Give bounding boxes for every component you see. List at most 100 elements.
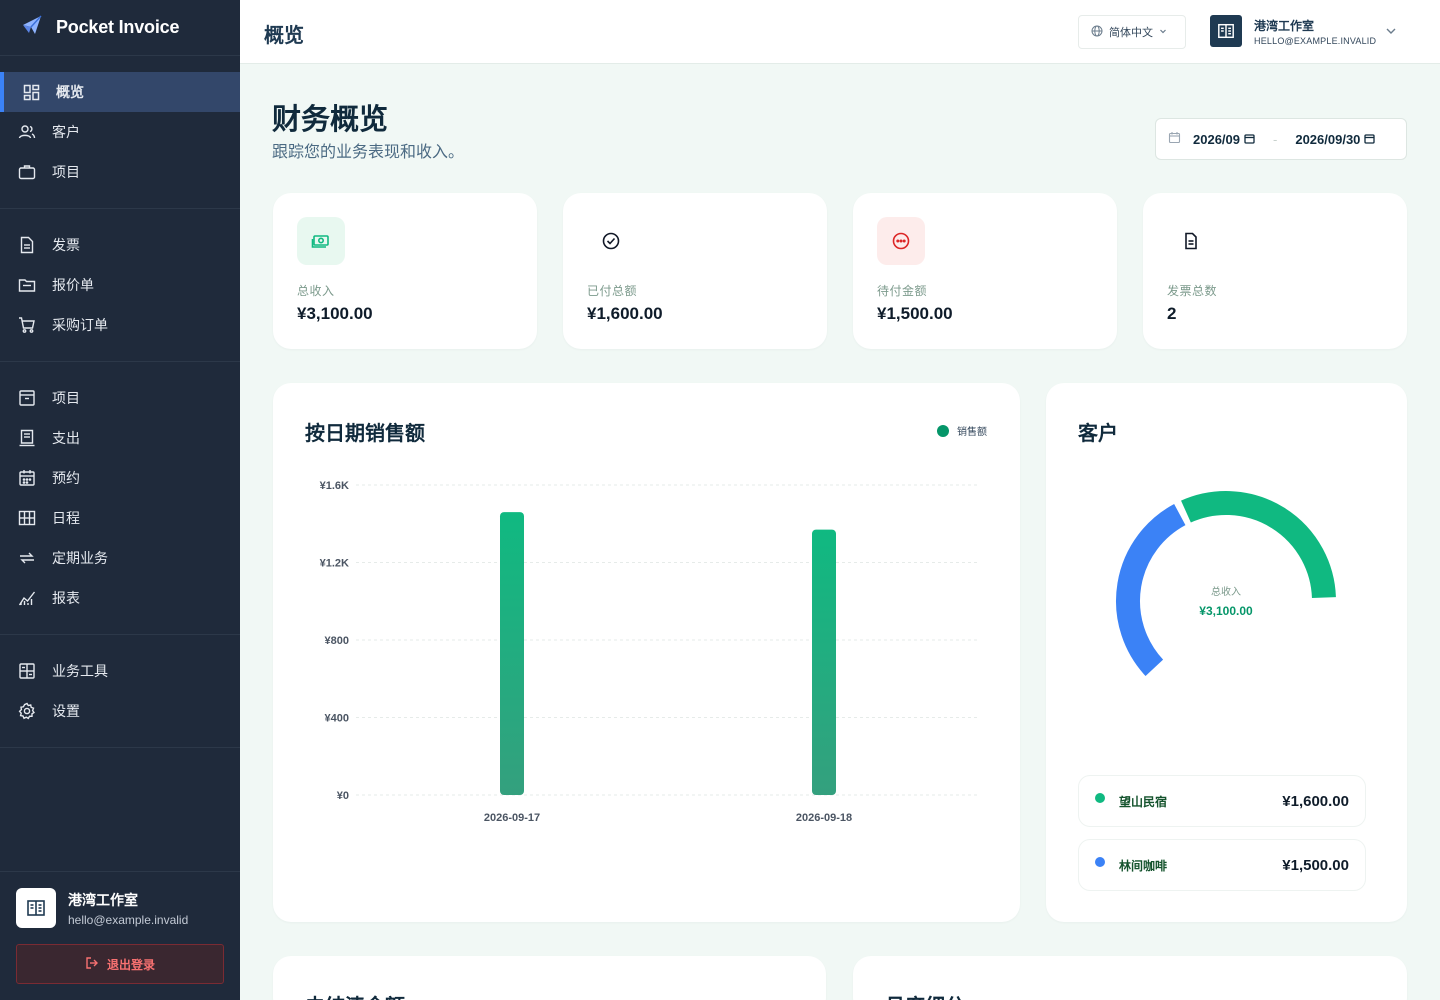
stat-card: 总收入 ¥3,100.00 [273,193,537,349]
sidebar-item-label: 支出 [52,430,80,446]
sales-chart-card: 按日期销售额 销售额 ¥0 ¥400 ¥800 ¥1.2K ¥1.6K 2026-09-1… [273,383,1020,922]
outstanding-card: 未结清金额 [273,956,826,1000]
page-title: 概览 [264,25,304,47]
user-email: hello@example.invalid [68,912,189,927]
account-name: 港湾工作室 [1254,18,1315,33]
building-icon [16,888,56,928]
monthly-breakdown-title: 月度细分 [885,990,965,1000]
paper-plane-icon [20,13,44,42]
chevron-down-icon [1159,26,1167,38]
calendar-icon [18,469,36,487]
chart-icon [18,589,36,607]
customer-row[interactable]: 林间咖啡 ¥1,500.00 [1078,839,1366,891]
stat-card: 已付总额 ¥1,600.00 [563,193,827,349]
calendar-icon [1244,132,1255,147]
donut-label: 总收入 [1211,585,1241,598]
customer-name: 林间咖啡 [1119,858,1168,873]
sidebar-item-receipt[interactable]: 支出 [0,418,240,458]
user-profile[interactable]: 港湾工作室 hello@example.invalid [16,888,224,928]
sidebar-item-folder[interactable]: 报价单 [0,265,240,305]
stat-value: 2 [1167,304,1177,323]
sidebar-item-calendar[interactable]: 预约 [0,458,240,498]
building-icon [1210,15,1242,47]
stat-label: 待付金额 [877,284,928,298]
date-end-value: 2026/09/30 [1295,131,1361,147]
grid-icon [18,509,36,527]
donut-value: ¥3,100.00 [1199,604,1253,618]
users-icon [18,123,36,141]
y-tick-label: ¥800 [325,635,349,647]
sidebar-footer: 港湾工作室 hello@example.invalid 退出登录 [0,871,240,1000]
language-select[interactable]: 简体中文 [1078,15,1186,49]
y-tick-label: ¥1.2K [320,558,349,570]
sidebar-item-label: 发票 [52,237,80,253]
x-tick-label: 2026-09-17 [484,812,540,824]
stat-label: 总收入 [297,284,335,298]
sidebar-item-label: 客户 [52,124,80,140]
sidebar-item-calculator[interactable]: 业务工具 [0,651,240,691]
date-range-picker[interactable]: 2026/09 - 2026/09/30 [1155,118,1407,160]
nav-group: 项目支出预约日程定期业务报表 [0,362,240,635]
y-tick-label: ¥0 [337,790,349,802]
logout-button[interactable]: 退出登录 [16,944,224,984]
customers-title: 客户 [1078,423,1118,445]
nav-group: 概览客户项目 [0,56,240,209]
folder-icon [18,276,36,294]
sidebar-item-briefcase[interactable]: 项目 [0,152,240,192]
bar[interactable] [500,512,524,795]
logout-label: 退出登录 [106,957,155,972]
sidebar-item-label: 设置 [52,703,80,719]
account-menu[interactable]: 港湾工作室 HELLO@EXAMPLE.INVALID [1210,15,1376,47]
calendar-icon [1364,132,1376,147]
language-value: 简体中文 [1109,27,1153,39]
customer-donut-chart: 总收入 ¥3,100.00 [1116,491,1336,677]
customer-amount: ¥1,600.00 [1282,792,1349,810]
sidebar-item-label: 报表 [52,590,80,606]
donut-segment[interactable] [1116,503,1186,677]
top-bar: 概览 简体中文 港湾工作室 HELLO@EXAMPLE.INVALID [240,0,1440,64]
customers-card: 客户 总收入 ¥3,100.00 望山民宿 ¥1,600.00 林间咖啡 ¥1,500… [1046,383,1407,922]
sales-bar-chart: ¥0 ¥400 ¥800 ¥1.2K ¥1.6K 2026-09-17 2026-09-18 [320,480,980,824]
dashboard-title: 财务概览 [272,104,389,136]
sidebar-item-chart[interactable]: 报表 [0,578,240,618]
customer-row[interactable]: 望山民宿 ¥1,600.00 [1078,775,1366,827]
app-name: Pocket Invoice [56,17,180,37]
sidebar-item-dashboard[interactable]: 概览 [0,72,240,112]
date-end-input[interactable]: 2026/09/30 [1295,131,1376,147]
stat-value: ¥1,600.00 [587,304,663,323]
sidebar-item-archive[interactable]: 项目 [0,378,240,418]
receipt-icon [18,429,36,447]
sidebar-item-cart[interactable]: 采购订单 [0,305,240,345]
sidebar-item-grid[interactable]: 日程 [0,498,240,538]
customer-color-dot [1095,857,1105,867]
file-icon [1167,217,1215,265]
bar[interactable] [812,529,836,795]
sidebar-item-users[interactable]: 客户 [0,112,240,152]
stat-card: 待付金额 ¥1,500.00 [853,193,1117,349]
calculator-icon [18,662,36,680]
sidebar-item-label: 项目 [52,164,80,180]
stat-label: 发票总数 [1167,284,1218,298]
calendar-icon [1168,131,1181,147]
stat-value: ¥1,500.00 [877,304,953,323]
donut-segment[interactable] [1181,491,1336,599]
date-start-input[interactable]: 2026/09 [1193,132,1255,147]
sidebar-item-label: 日程 [52,510,80,526]
outstanding-title: 未结清金额 [305,990,405,1000]
briefcase-icon [18,163,36,181]
nav-group: 业务工具 设置 [0,635,240,748]
chevron-down-icon[interactable] [1385,24,1397,42]
sidebar-item-gear[interactable]: 设置 [0,691,240,731]
more-circle-icon [877,217,925,265]
cart-icon [18,316,36,334]
document-icon [18,236,36,254]
brand[interactable]: Pocket Invoice [0,0,240,56]
sidebar-item-label: 业务工具 [52,663,108,679]
sidebar-item-repeat[interactable]: 定期业务 [0,538,240,578]
check-circle-icon [587,217,635,265]
sidebar-item-label: 概览 [56,84,84,100]
sidebar-item-label: 预约 [52,470,80,486]
x-tick-label: 2026-09-18 [796,812,852,824]
sidebar-item-document[interactable]: 发票 [0,225,240,265]
sidebar-item-label: 项目 [52,390,80,406]
